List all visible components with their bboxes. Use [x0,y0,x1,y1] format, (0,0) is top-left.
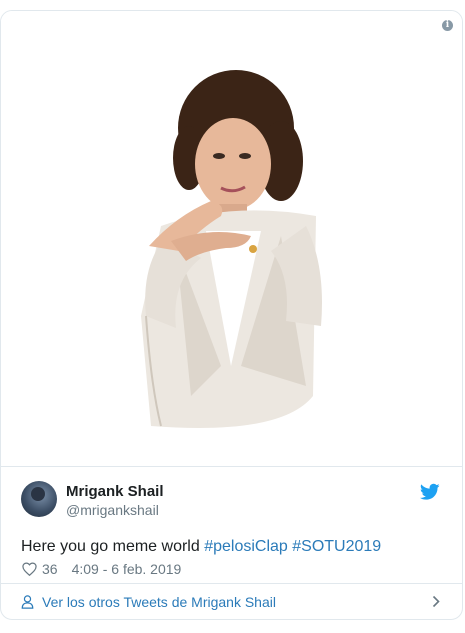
tweet-media[interactable]: i [1,11,462,467]
hashtag-link[interactable]: #pelosiClap [204,538,288,555]
author-name[interactable]: Mrigank Shail [66,483,164,500]
twitter-bird-icon[interactable] [420,483,440,501]
author-handle[interactable]: @mrigankshail [66,502,159,518]
tweet-photo [141,70,322,428]
avatar[interactable] [21,481,57,517]
info-icon[interactable]: i [442,20,453,31]
tweet-embed-card: i Mrigank Shail @mrigankshail Here you g… [0,10,463,620]
user-icon [21,594,34,609]
tweet-meta: 36 4:09 - 6 feb. 2019 [21,558,442,580]
tweet-timestamp[interactable]: 4:09 - 6 feb. 2019 [72,561,182,577]
more-tweets-label[interactable]: Ver los otros Tweets de Mrigank Shail [42,594,276,610]
tweet-body: Mrigank Shail @mrigankshail Here you go … [1,467,462,580]
author-block[interactable]: Mrigank Shail @mrigankshail [21,467,442,522]
hashtag-link[interactable]: #SOTU2019 [292,538,381,555]
tweet-text-plain: Here you go meme world [21,538,205,555]
chevron-right-icon[interactable] [432,595,440,608]
tweet-text: Here you go meme world #pelosiClap #SOTU… [21,536,442,558]
more-tweets-link[interactable]: Ver los otros Tweets de Mrigank Shail [1,583,462,619]
heart-icon[interactable] [22,562,37,576]
like-count[interactable]: 36 [42,561,58,577]
